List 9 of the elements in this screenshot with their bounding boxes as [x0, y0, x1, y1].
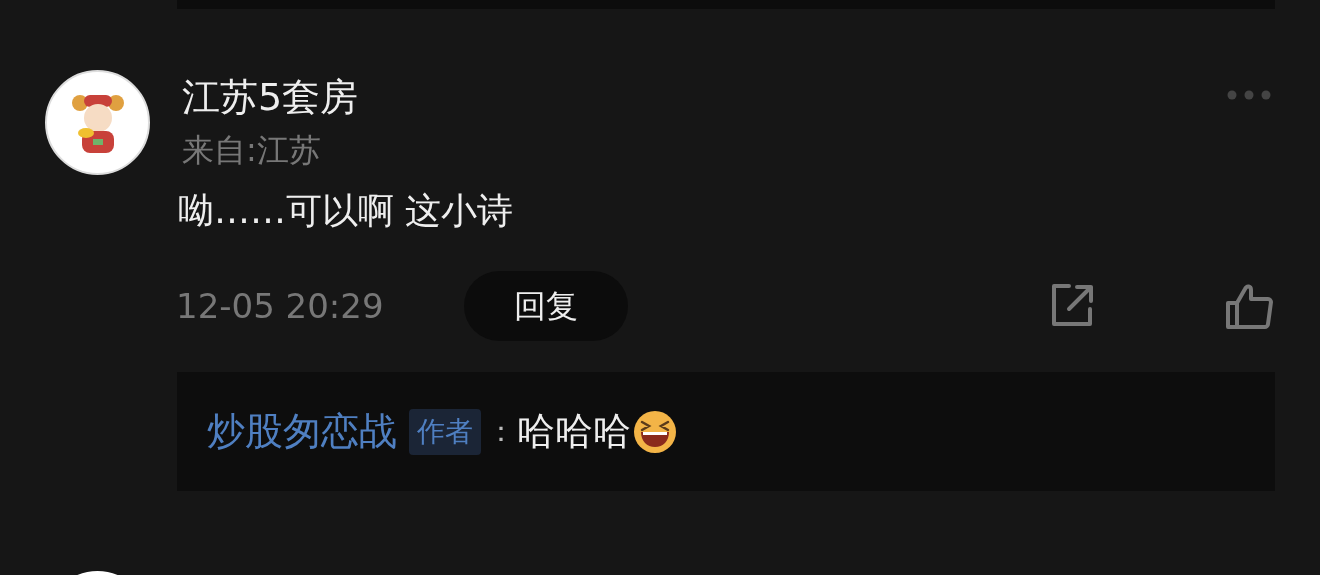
timestamp: 12-05 20:29 [176, 284, 385, 328]
location: 来自:江苏 [182, 130, 322, 171]
username[interactable]: 江苏5套房 [182, 72, 359, 122]
colon: ： [487, 413, 515, 450]
author-badge: 作者 [409, 408, 481, 455]
comment-text: 呦……可以啊 这小诗 [178, 189, 515, 233]
reply-author[interactable]: 炒股匆恋战 [207, 403, 397, 460]
reply-text: 哈哈哈 [517, 408, 631, 455]
reply-button[interactable]: 回复 [464, 271, 628, 341]
